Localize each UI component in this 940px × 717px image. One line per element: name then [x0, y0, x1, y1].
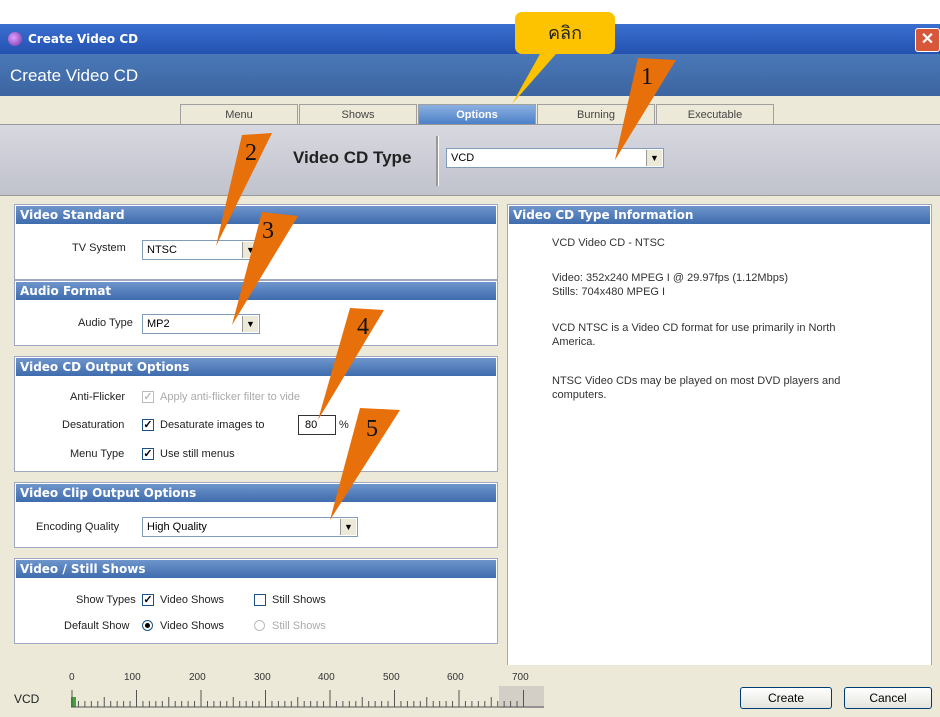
- annotation-number-2: 2: [245, 140, 257, 166]
- click-callout: คลิก: [515, 12, 615, 54]
- annotation-number-5: 5: [366, 416, 378, 442]
- annotation-number-3: 3: [262, 218, 274, 244]
- annotation-overlay: [216, 54, 676, 520]
- annotation-number-1: 1: [641, 64, 653, 90]
- callout-pointer: [512, 54, 556, 104]
- annotation-number-4: 4: [357, 314, 369, 340]
- annotation-arrow-4: [318, 308, 384, 420]
- annotation-arrow-5: [330, 408, 400, 520]
